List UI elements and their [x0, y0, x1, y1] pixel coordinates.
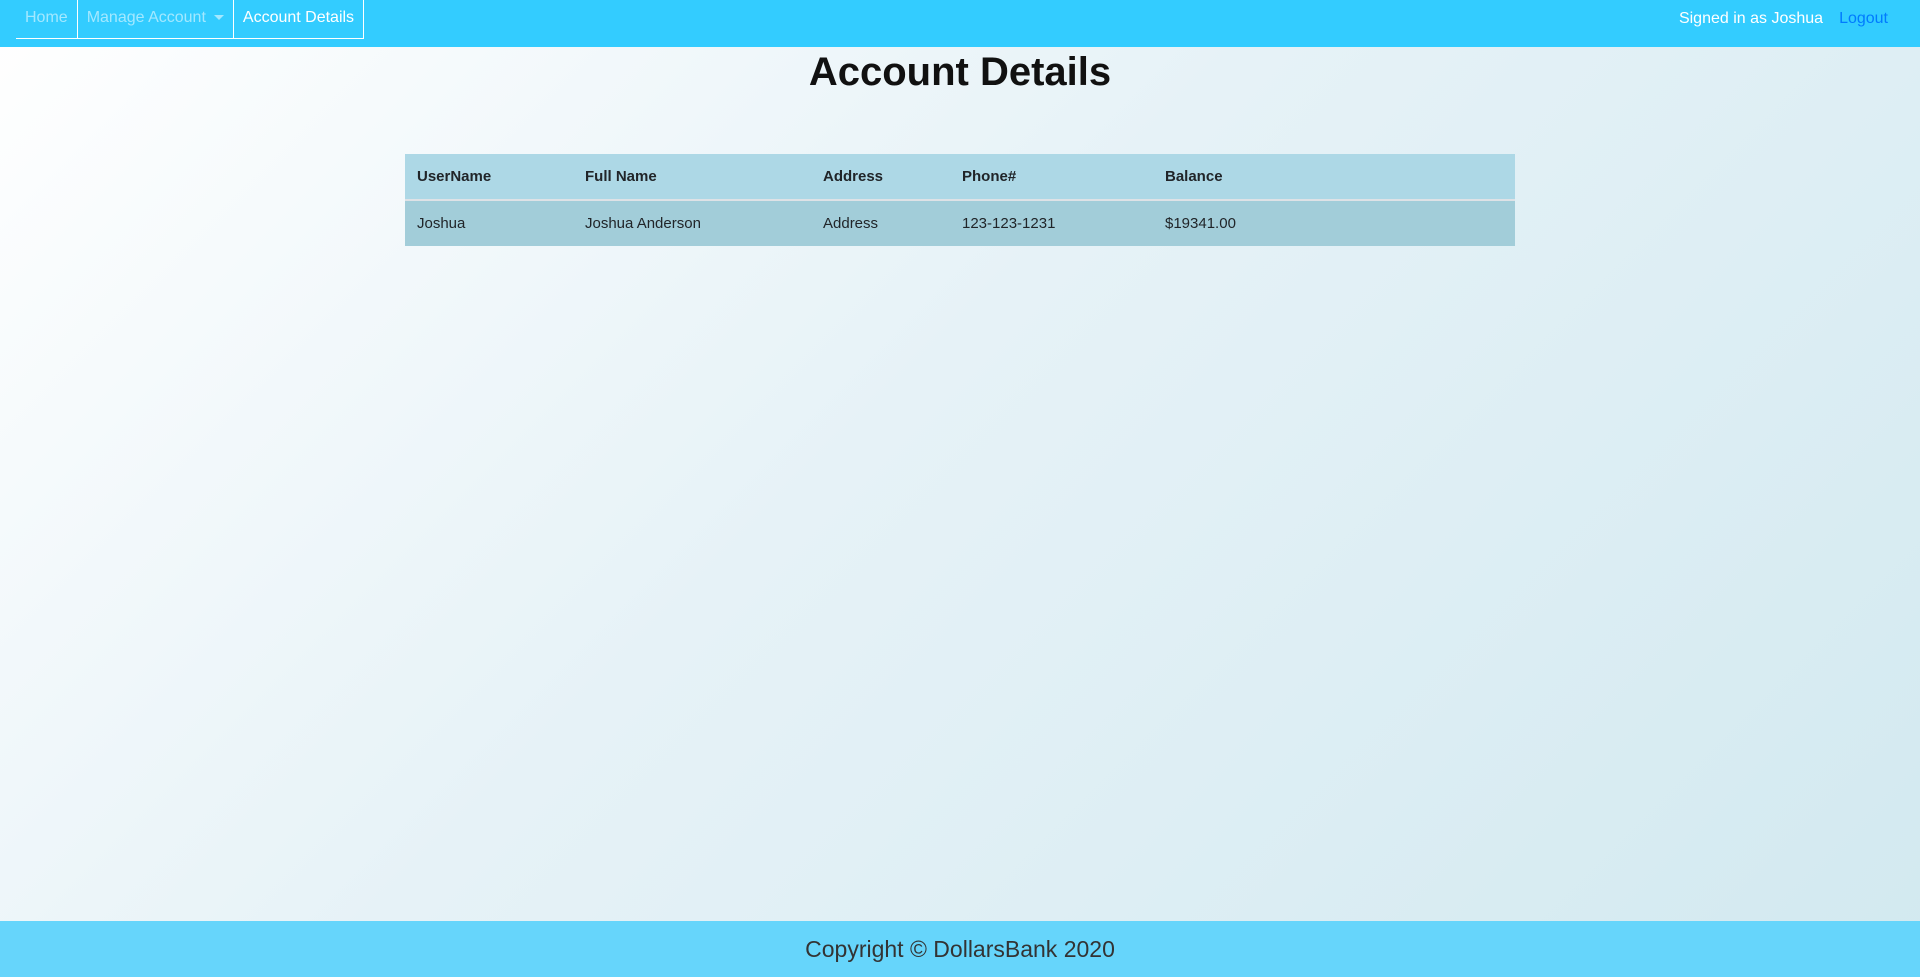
navbar: Home Manage Account Account Details Sign… [0, 0, 1920, 47]
page-title: Account Details [808, 50, 1112, 94]
nav-manage-label: Manage Account [86, 9, 206, 26]
table-row: Joshua Joshua Anderson Address 123-123-1… [405, 200, 1515, 246]
nav-manage-account-dropdown[interactable]: Manage Account [78, 0, 233, 38]
col-username: UserName [405, 154, 573, 201]
footer-copyright: Copyright © DollarsBank 2020 [805, 935, 1115, 962]
col-address: Address [811, 154, 950, 201]
col-phone: Phone# [950, 154, 1153, 201]
table-header-row: UserName Full Name Address Phone# Balanc… [405, 154, 1515, 201]
cell-address: Address [823, 215, 879, 232]
caret-down-icon [213, 15, 224, 21]
cell-balance: $19341.00 [1165, 215, 1236, 232]
cell-username: Joshua [417, 215, 466, 232]
account-table: UserName Full Name Address Phone# Balanc… [405, 154, 1515, 246]
col-balance: Balance [1153, 154, 1515, 201]
footer: Copyright © DollarsBank 2020 [0, 921, 1920, 977]
cell-full-name: Joshua Anderson [585, 215, 701, 232]
nav-links: Home Manage Account Account Details [16, 0, 365, 39]
cell-phone: 123-123-1231 [962, 215, 1056, 232]
col-full-name: Full Name [573, 154, 811, 201]
signed-in-text: Signed in as Joshua [1678, 10, 1824, 27]
nav-account-details[interactable]: Account Details [232, 0, 365, 38]
logout-link[interactable]: Logout [1839, 10, 1888, 28]
nav-home[interactable]: Home [16, 0, 78, 38]
